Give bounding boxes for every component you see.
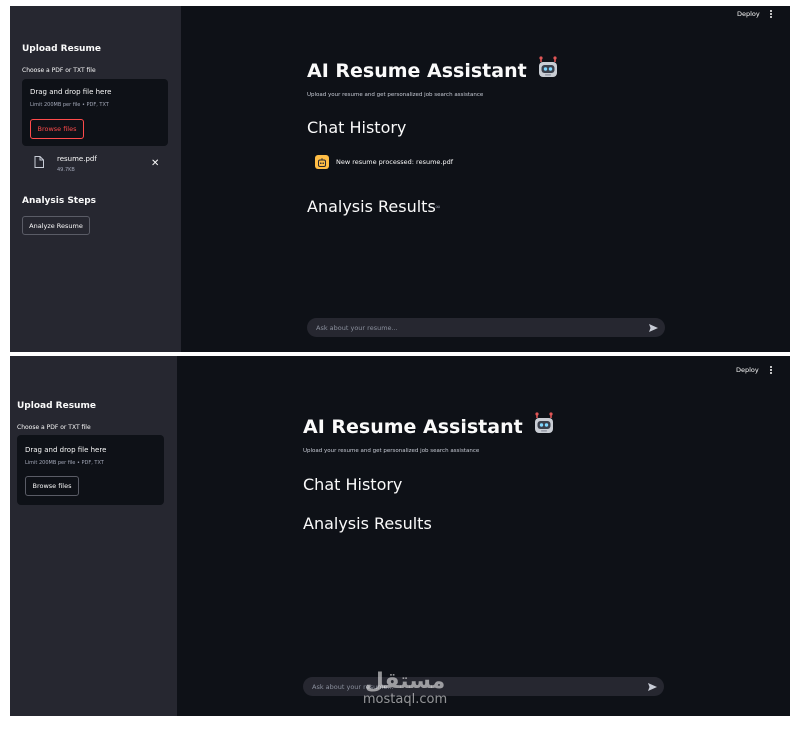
file-dropzone[interactable]: Drag and drop file here Limit 200MB per … [22, 79, 168, 146]
page-title-text: AI Resume Assistant [307, 60, 527, 82]
chat-history-heading: Chat History [307, 118, 407, 137]
watermark-arabic: مستقل [364, 669, 446, 694]
analyze-resume-button[interactable]: Analyze Resume [22, 216, 90, 235]
chat-message-text: New resume processed: resume.pdf [336, 158, 454, 166]
robot-icon [535, 412, 554, 433]
upload-resume-heading: Upload Resume [17, 401, 96, 411]
page-title: AI Resume Assistant [307, 56, 560, 82]
analysis-results-heading: Analysis Results [307, 197, 436, 216]
chat-input-placeholder: Ask about your resume... [316, 323, 398, 332]
deploy-button[interactable]: Deploy [736, 366, 759, 374]
link-icon[interactable]: ∞ [435, 203, 441, 211]
page-subtitle: Upload your resume and get personalized … [307, 92, 484, 98]
deploy-button[interactable]: Deploy [737, 10, 760, 18]
send-icon[interactable] [648, 682, 657, 691]
upload-caption: Choose a PDF or TXT file [22, 67, 96, 74]
dropzone-title: Drag and drop file here [30, 88, 112, 96]
assistant-avatar-icon [315, 155, 329, 169]
app-screenshot-empty: Upload Resume Choose a PDF or TXT file D… [10, 356, 790, 716]
chat-history-heading: Chat History [303, 475, 403, 494]
browse-files-button[interactable]: Browse files [30, 119, 84, 139]
kebab-menu-icon[interactable] [769, 366, 773, 376]
kebab-menu-icon[interactable] [769, 10, 773, 20]
browse-files-button[interactable]: Browse files [25, 476, 79, 496]
file-name: resume.pdf [57, 155, 97, 163]
analysis-results-heading: Analysis Results [303, 514, 432, 533]
uploaded-file-row: resume.pdf 49.7KB ✕ [22, 151, 168, 177]
dropzone-limit: Limit 200MB per file • PDF, TXT [25, 460, 104, 466]
chat-message: New resume processed: resume.pdf [315, 155, 615, 171]
chat-input[interactable]: Ask about your resume... [307, 318, 665, 337]
send-icon[interactable] [649, 323, 658, 332]
upload-caption: Choose a PDF or TXT file [17, 424, 91, 431]
upload-resume-heading: Upload Resume [22, 44, 101, 54]
page-title: AI Resume Assistant [303, 412, 556, 438]
watermark: مستقل mostaql.com [345, 671, 465, 707]
sidebar: Upload Resume Choose a PDF or TXT file D… [10, 6, 181, 352]
analysis-steps-heading: Analysis Steps [22, 196, 97, 206]
file-icon [34, 156, 44, 168]
dropzone-title: Drag and drop file here [25, 446, 107, 454]
sidebar: Upload Resume Choose a PDF or TXT file D… [10, 356, 177, 716]
close-icon[interactable]: ✕ [151, 159, 159, 169]
dropzone-limit: Limit 200MB per file • PDF, TXT [30, 102, 109, 108]
page-title-text: AI Resume Assistant [303, 416, 523, 438]
watermark-latin: mostaql.com [362, 692, 448, 707]
file-size: 49.7KB [57, 167, 75, 173]
page-subtitle: Upload your resume and get personalized … [303, 448, 480, 454]
app-screenshot-with-file: Upload Resume Choose a PDF or TXT file D… [10, 6, 790, 352]
file-dropzone[interactable]: Drag and drop file here Limit 200MB per … [17, 435, 164, 505]
robot-icon [539, 56, 558, 77]
